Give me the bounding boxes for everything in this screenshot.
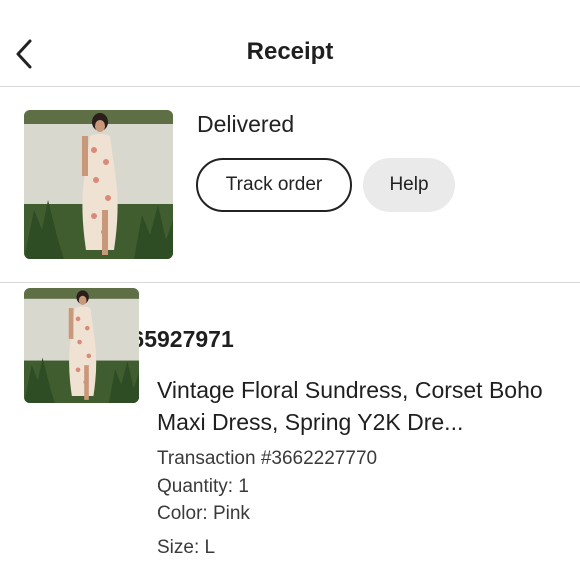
help-button[interactable]: Help: [363, 158, 455, 212]
transaction-number: Transaction #3662227770: [157, 448, 378, 469]
app-header: Receipt: [0, 0, 580, 87]
delivery-status-section: Delivered Track order Help: [0, 88, 580, 283]
order-section: Order #2965927971 Vintage Floral Sundres…: [0, 0, 580, 580]
item-title[interactable]: Vintage Floral Sundress, Corset Boho Max…: [157, 374, 567, 438]
item-quantity: Quantity: 1: [157, 476, 249, 497]
page-title: Receipt: [246, 38, 334, 65]
track-order-button[interactable]: Track order: [196, 158, 352, 212]
product-image[interactable]: [24, 110, 173, 259]
item-image[interactable]: [24, 288, 139, 403]
delivery-status: Delivered: [197, 111, 295, 137]
item-color: Color: Pink: [157, 503, 250, 524]
item-size: Size: L: [157, 537, 216, 558]
